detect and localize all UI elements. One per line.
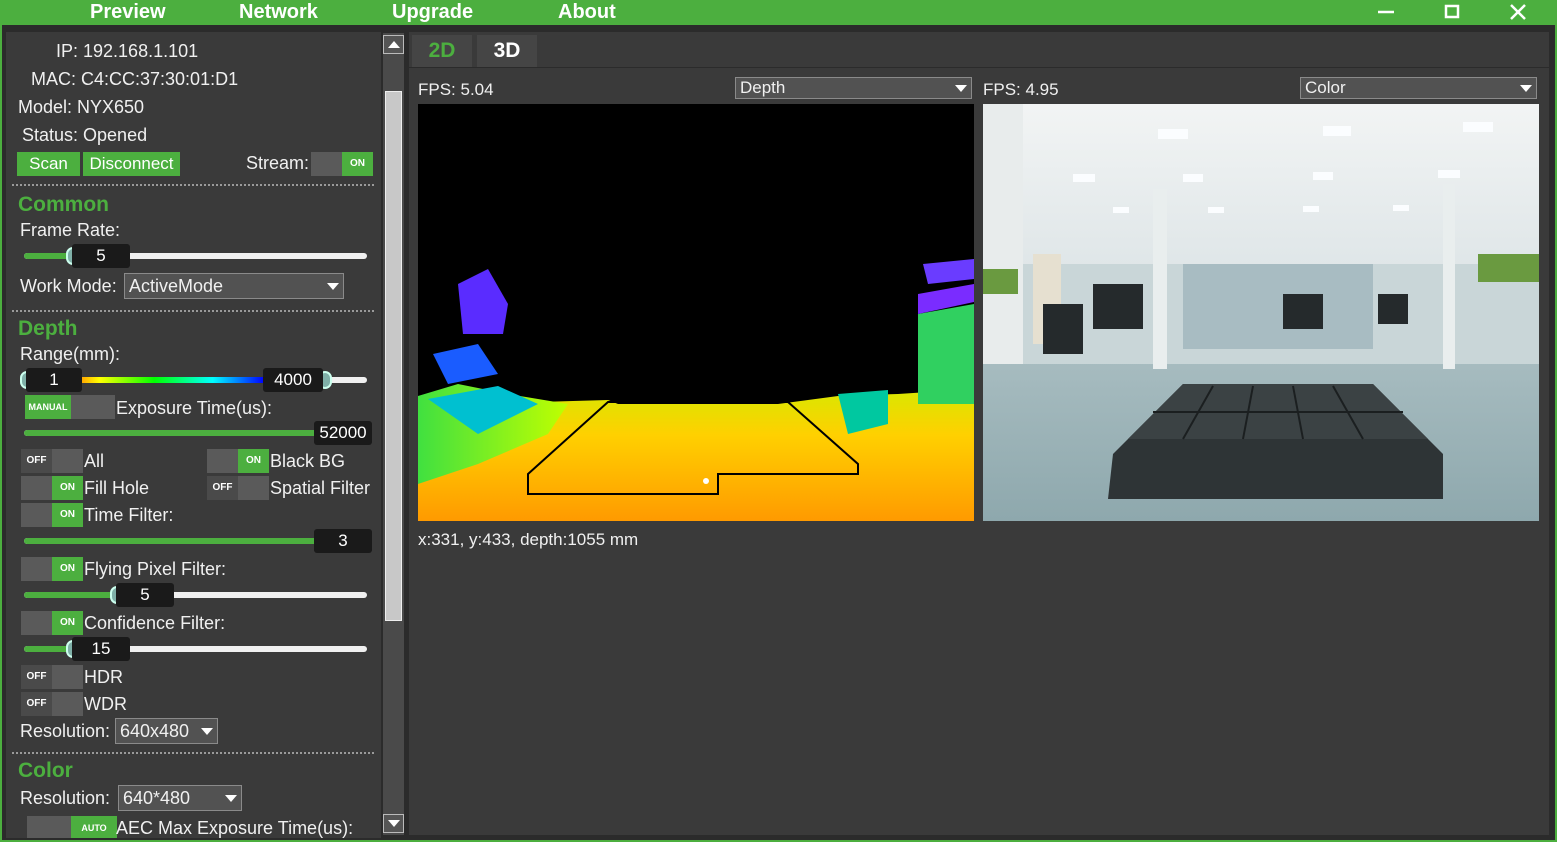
fill-hole-label: Fill Hole xyxy=(84,478,150,498)
depth-resolution-select[interactable]: 640x480 xyxy=(115,718,218,744)
tab-2d[interactable]: 2D xyxy=(412,35,472,67)
divider xyxy=(12,752,374,754)
device-status: Status: Opened xyxy=(22,125,148,145)
divider xyxy=(12,184,374,186)
stream-label: Stream: xyxy=(246,153,310,173)
exposure-value: 52000 xyxy=(314,421,372,445)
menu-network[interactable]: Network xyxy=(239,0,318,25)
time-filter-value: 3 xyxy=(314,529,372,553)
maximize-icon[interactable] xyxy=(1432,0,1472,25)
depth-image[interactable] xyxy=(418,104,974,521)
section-common-title: Common xyxy=(18,193,109,216)
hdr-toggle[interactable]: OFF xyxy=(21,665,83,689)
tab-3d[interactable]: 3D xyxy=(477,35,537,67)
exposure-label: Exposure Time(us): xyxy=(116,398,273,418)
menu-about[interactable]: About xyxy=(558,0,616,25)
tab-underline xyxy=(409,67,1549,68)
work-mode-label: Work Mode: xyxy=(20,276,117,296)
all-toggle[interactable]: OFF xyxy=(21,449,83,473)
device-ip: IP: 192.168.1.101 xyxy=(56,41,199,61)
aec-label: AEC Max Exposure Time(us): xyxy=(116,818,354,838)
depth-resolution-label: Resolution: xyxy=(20,721,111,741)
chevron-down-icon xyxy=(955,85,967,92)
settings-panel: IP: 192.168.1.101 MAC: C4:CC:37:30:01:D1… xyxy=(6,32,381,838)
color-resolution-label: Resolution: xyxy=(20,788,111,808)
flying-pixel-toggle[interactable]: ON xyxy=(21,557,83,581)
confidence-value: 15 xyxy=(72,637,130,661)
range-min-value: 1 xyxy=(26,368,82,392)
wdr-toggle[interactable]: OFF xyxy=(21,692,83,716)
flying-pixel-value: 5 xyxy=(116,583,174,607)
scroll-up-button[interactable] xyxy=(383,35,404,54)
flying-pixel-slider[interactable] xyxy=(24,592,367,598)
wdr-label: WDR xyxy=(84,694,127,714)
black-bg-label: Black BG xyxy=(270,451,346,471)
range-max-value: 4000 xyxy=(263,368,323,392)
frame-rate-value: 5 xyxy=(72,244,130,268)
time-filter-toggle[interactable]: ON xyxy=(21,503,83,527)
time-filter-label: Time Filter: xyxy=(84,505,174,525)
settings-scrollbar[interactable] xyxy=(383,33,404,835)
preview-area: 2D 3D FPS: 5.04 Depth FPS: 4.95 Color x:… xyxy=(409,32,1549,835)
confidence-label: Confidence Filter: xyxy=(84,613,226,633)
right-fps: FPS: 4.95 xyxy=(983,80,1059,99)
menu-preview[interactable]: Preview xyxy=(90,0,166,25)
confidence-toggle[interactable]: ON xyxy=(21,611,83,635)
range-label: Range(mm): xyxy=(20,344,121,364)
exposure-mode-toggle[interactable]: MANUAL xyxy=(25,395,115,419)
black-bg-toggle[interactable]: ON xyxy=(207,449,269,473)
device-model: Model: NYX650 xyxy=(18,97,145,117)
section-depth-title: Depth xyxy=(18,317,78,340)
stream-toggle[interactable]: ON xyxy=(311,152,373,176)
menu-upgrade[interactable]: Upgrade xyxy=(392,0,473,25)
right-view-mode-select[interactable]: Color xyxy=(1300,77,1537,99)
chevron-down-icon xyxy=(1520,85,1532,92)
cursor-depth-info: x:331, y:433, depth:1055 mm xyxy=(418,530,639,549)
frame-rate-label: Frame Rate: xyxy=(20,220,121,240)
scroll-thumb[interactable] xyxy=(385,91,402,621)
flying-pixel-label: Flying Pixel Filter: xyxy=(84,559,227,579)
aec-toggle[interactable]: AUTO xyxy=(27,816,117,838)
title-bar: Preview Network Upgrade About xyxy=(0,0,1557,25)
fill-hole-toggle[interactable]: ON xyxy=(21,476,83,500)
close-icon[interactable] xyxy=(1498,0,1538,25)
chevron-down-icon xyxy=(225,795,237,802)
left-view-mode-select[interactable]: Depth xyxy=(735,77,972,99)
left-fps: FPS: 5.04 xyxy=(418,80,494,99)
hdr-label: HDR xyxy=(84,667,123,687)
spatial-filter-label: Spatial Filter xyxy=(270,478,371,498)
spatial-filter-toggle[interactable]: OFF xyxy=(207,476,269,500)
color-resolution-select[interactable]: 640*480 xyxy=(118,785,242,811)
color-image[interactable] xyxy=(983,104,1539,521)
minimize-icon[interactable] xyxy=(1366,0,1406,25)
scan-button[interactable]: Scan xyxy=(17,152,80,176)
disconnect-button[interactable]: Disconnect xyxy=(83,152,180,176)
work-mode-select[interactable]: ActiveMode xyxy=(124,273,344,299)
section-color-title: Color xyxy=(18,759,73,782)
chevron-down-icon xyxy=(327,283,339,290)
all-label: All xyxy=(84,451,105,471)
chevron-down-icon xyxy=(201,728,213,735)
divider xyxy=(12,310,374,312)
scroll-down-button[interactable] xyxy=(383,814,404,833)
device-mac: MAC: C4:CC:37:30:01:D1 xyxy=(31,69,239,89)
